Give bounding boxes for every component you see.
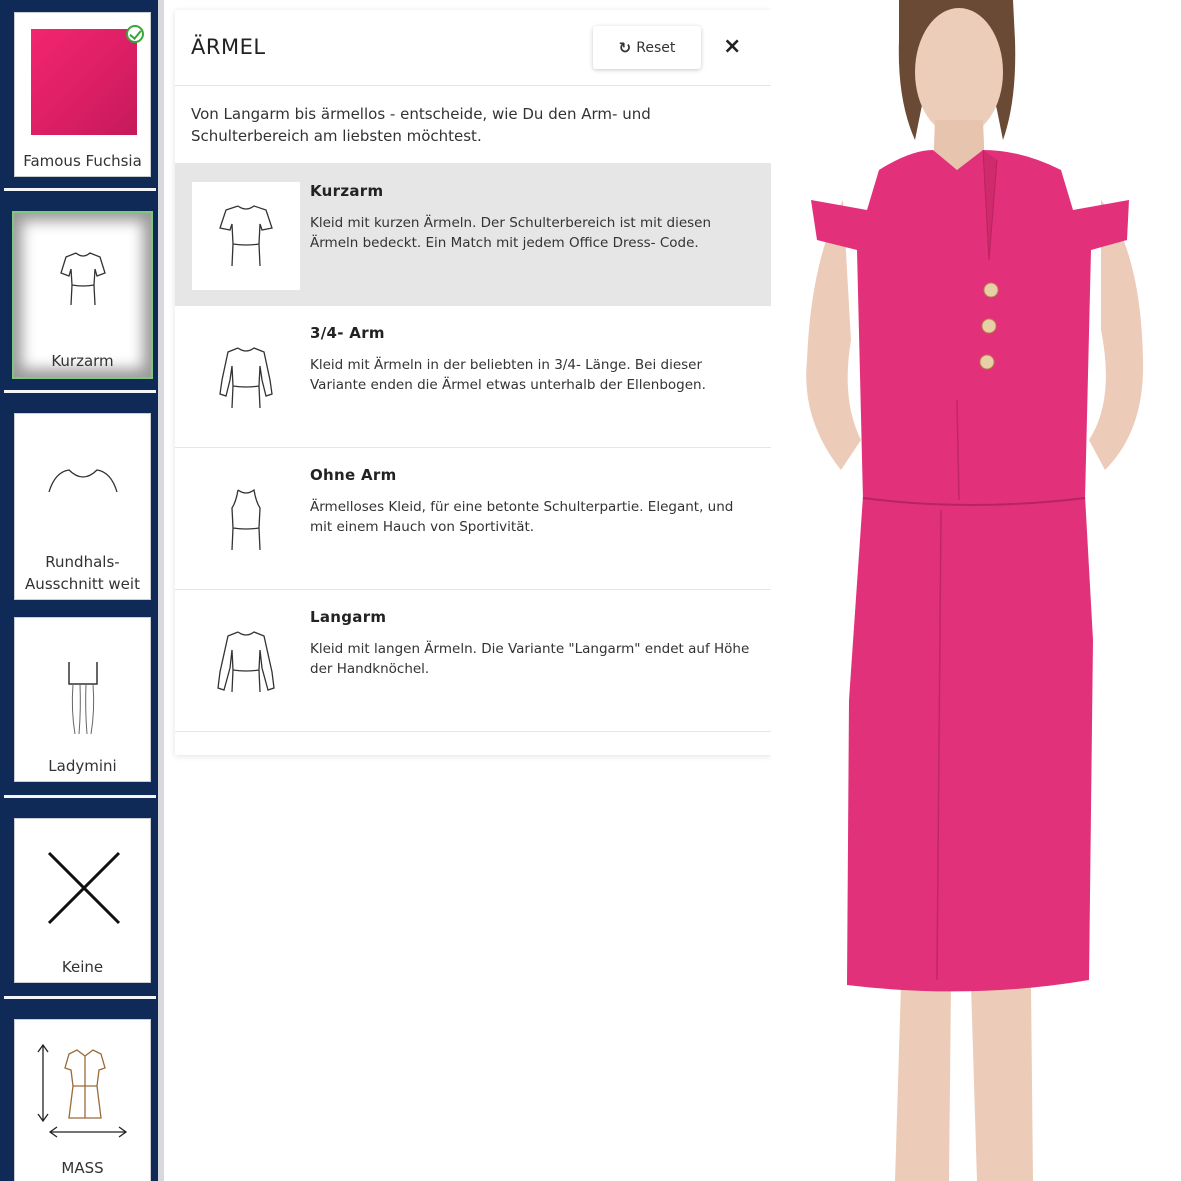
sidebar-item-label-line2: Ausschnitt weit <box>25 575 140 593</box>
short-sleeve-dress-icon <box>60 252 106 306</box>
option-list-end <box>175 731 771 755</box>
option-description: Ärmelloses Kleid, für eine betonte Schul… <box>310 499 734 535</box>
model-wearing-dress-illustration <box>806 0 1144 1181</box>
measure-dress-icon <box>37 1043 128 1138</box>
close-button[interactable]: × <box>723 34 741 59</box>
option-title: 3/4- Arm <box>310 324 385 342</box>
dress-button <box>981 318 997 334</box>
reset-button[interactable]: ↻ Reset <box>593 26 701 69</box>
reset-button-label: Reset <box>636 39 676 56</box>
configurator-sidebar: Famous Fuchsia Kurzarm Rundhals- Ausschn… <box>0 0 158 1181</box>
short-sleeve-icon <box>219 205 273 267</box>
three-quarter-sleeve-icon <box>219 347 273 409</box>
option-thumbnail <box>192 324 300 432</box>
option-thumbnail <box>192 182 300 290</box>
sidebar-item-label: Ladymini <box>48 757 117 775</box>
sidebar-item-length[interactable]: Ladymini <box>14 617 151 782</box>
dress-preview-image <box>771 0 1181 1181</box>
sidebar-item-label: MASS <box>61 1159 104 1177</box>
color-swatch <box>31 29 137 135</box>
option-description: Kleid mit langen Ärmeln. Die Variante "L… <box>310 641 750 677</box>
sidebar-item-label: Famous Fuchsia <box>23 152 142 170</box>
sidebar-item-label: Kurzarm <box>51 352 114 370</box>
sleeve-options-panel: ÄRMEL ↻ Reset × Von Langarm bis ärmellos… <box>175 10 771 755</box>
sidebar-item-sleeve[interactable]: Kurzarm <box>12 211 153 379</box>
option-description: Kleid mit Ärmeln in der beliebten in 3/4… <box>310 357 706 393</box>
option-three-quarter[interactable]: 3/4- Arm Kleid mit Ärmeln in der beliebt… <box>175 305 771 447</box>
none-x-icon <box>47 851 121 925</box>
sidebar-item-extra[interactable]: Keine <box>14 818 151 983</box>
left-leg-shape <box>895 985 951 1181</box>
panel-header: ÄRMEL ↻ Reset × <box>175 10 771 86</box>
sidebar-divider <box>4 390 156 393</box>
skirt-length-icon <box>68 662 98 735</box>
dress-skirt-shape <box>847 496 1093 992</box>
panel-intro-text: Von Langarm bis ärmellos - entscheide, w… <box>191 105 651 145</box>
dress-button <box>983 282 999 298</box>
sidebar-item-measure[interactable]: MASS <box>14 1019 151 1181</box>
option-description: Kleid mit kurzen Ärmeln. Der Schulterber… <box>310 215 712 251</box>
option-long-sleeve[interactable]: Langarm Kleid mit langen Ärmeln. Die Var… <box>175 589 771 731</box>
option-title: Kurzarm <box>310 182 384 200</box>
option-kurzarm[interactable]: Kurzarm Kleid mit kurzen Ärmeln. Der Sch… <box>175 163 771 305</box>
sidebar-item-label-line1: Rundhals- <box>45 553 120 571</box>
option-sleeveless[interactable]: Ohne Arm Ärmelloses Kleid, für eine beto… <box>175 447 771 589</box>
dress-button <box>979 354 995 370</box>
long-sleeve-icon <box>217 631 275 693</box>
option-thumbnail <box>192 608 300 716</box>
sidebar-scrollbar[interactable] <box>158 0 164 1181</box>
panel-title: ÄRMEL <box>191 35 266 59</box>
refresh-icon: ↻ <box>618 38 632 57</box>
option-title: Langarm <box>310 608 387 626</box>
sidebar-item-neckline[interactable]: Rundhals- Ausschnitt weit <box>14 413 151 600</box>
sidebar-divider <box>4 996 156 999</box>
option-title: Ohne Arm <box>310 466 397 484</box>
option-thumbnail <box>192 466 300 574</box>
selected-check-icon <box>126 25 144 43</box>
sidebar-item-color[interactable]: Famous Fuchsia <box>14 12 151 177</box>
sidebar-item-label: Keine <box>61 958 104 976</box>
sidebar-divider <box>4 188 156 191</box>
face-shape <box>915 8 1003 136</box>
sleeveless-icon <box>231 488 261 551</box>
dress-bodice-shape <box>811 150 1129 500</box>
round-neck-icon <box>48 469 118 493</box>
right-leg-shape <box>971 985 1033 1181</box>
sidebar-divider <box>4 795 156 798</box>
